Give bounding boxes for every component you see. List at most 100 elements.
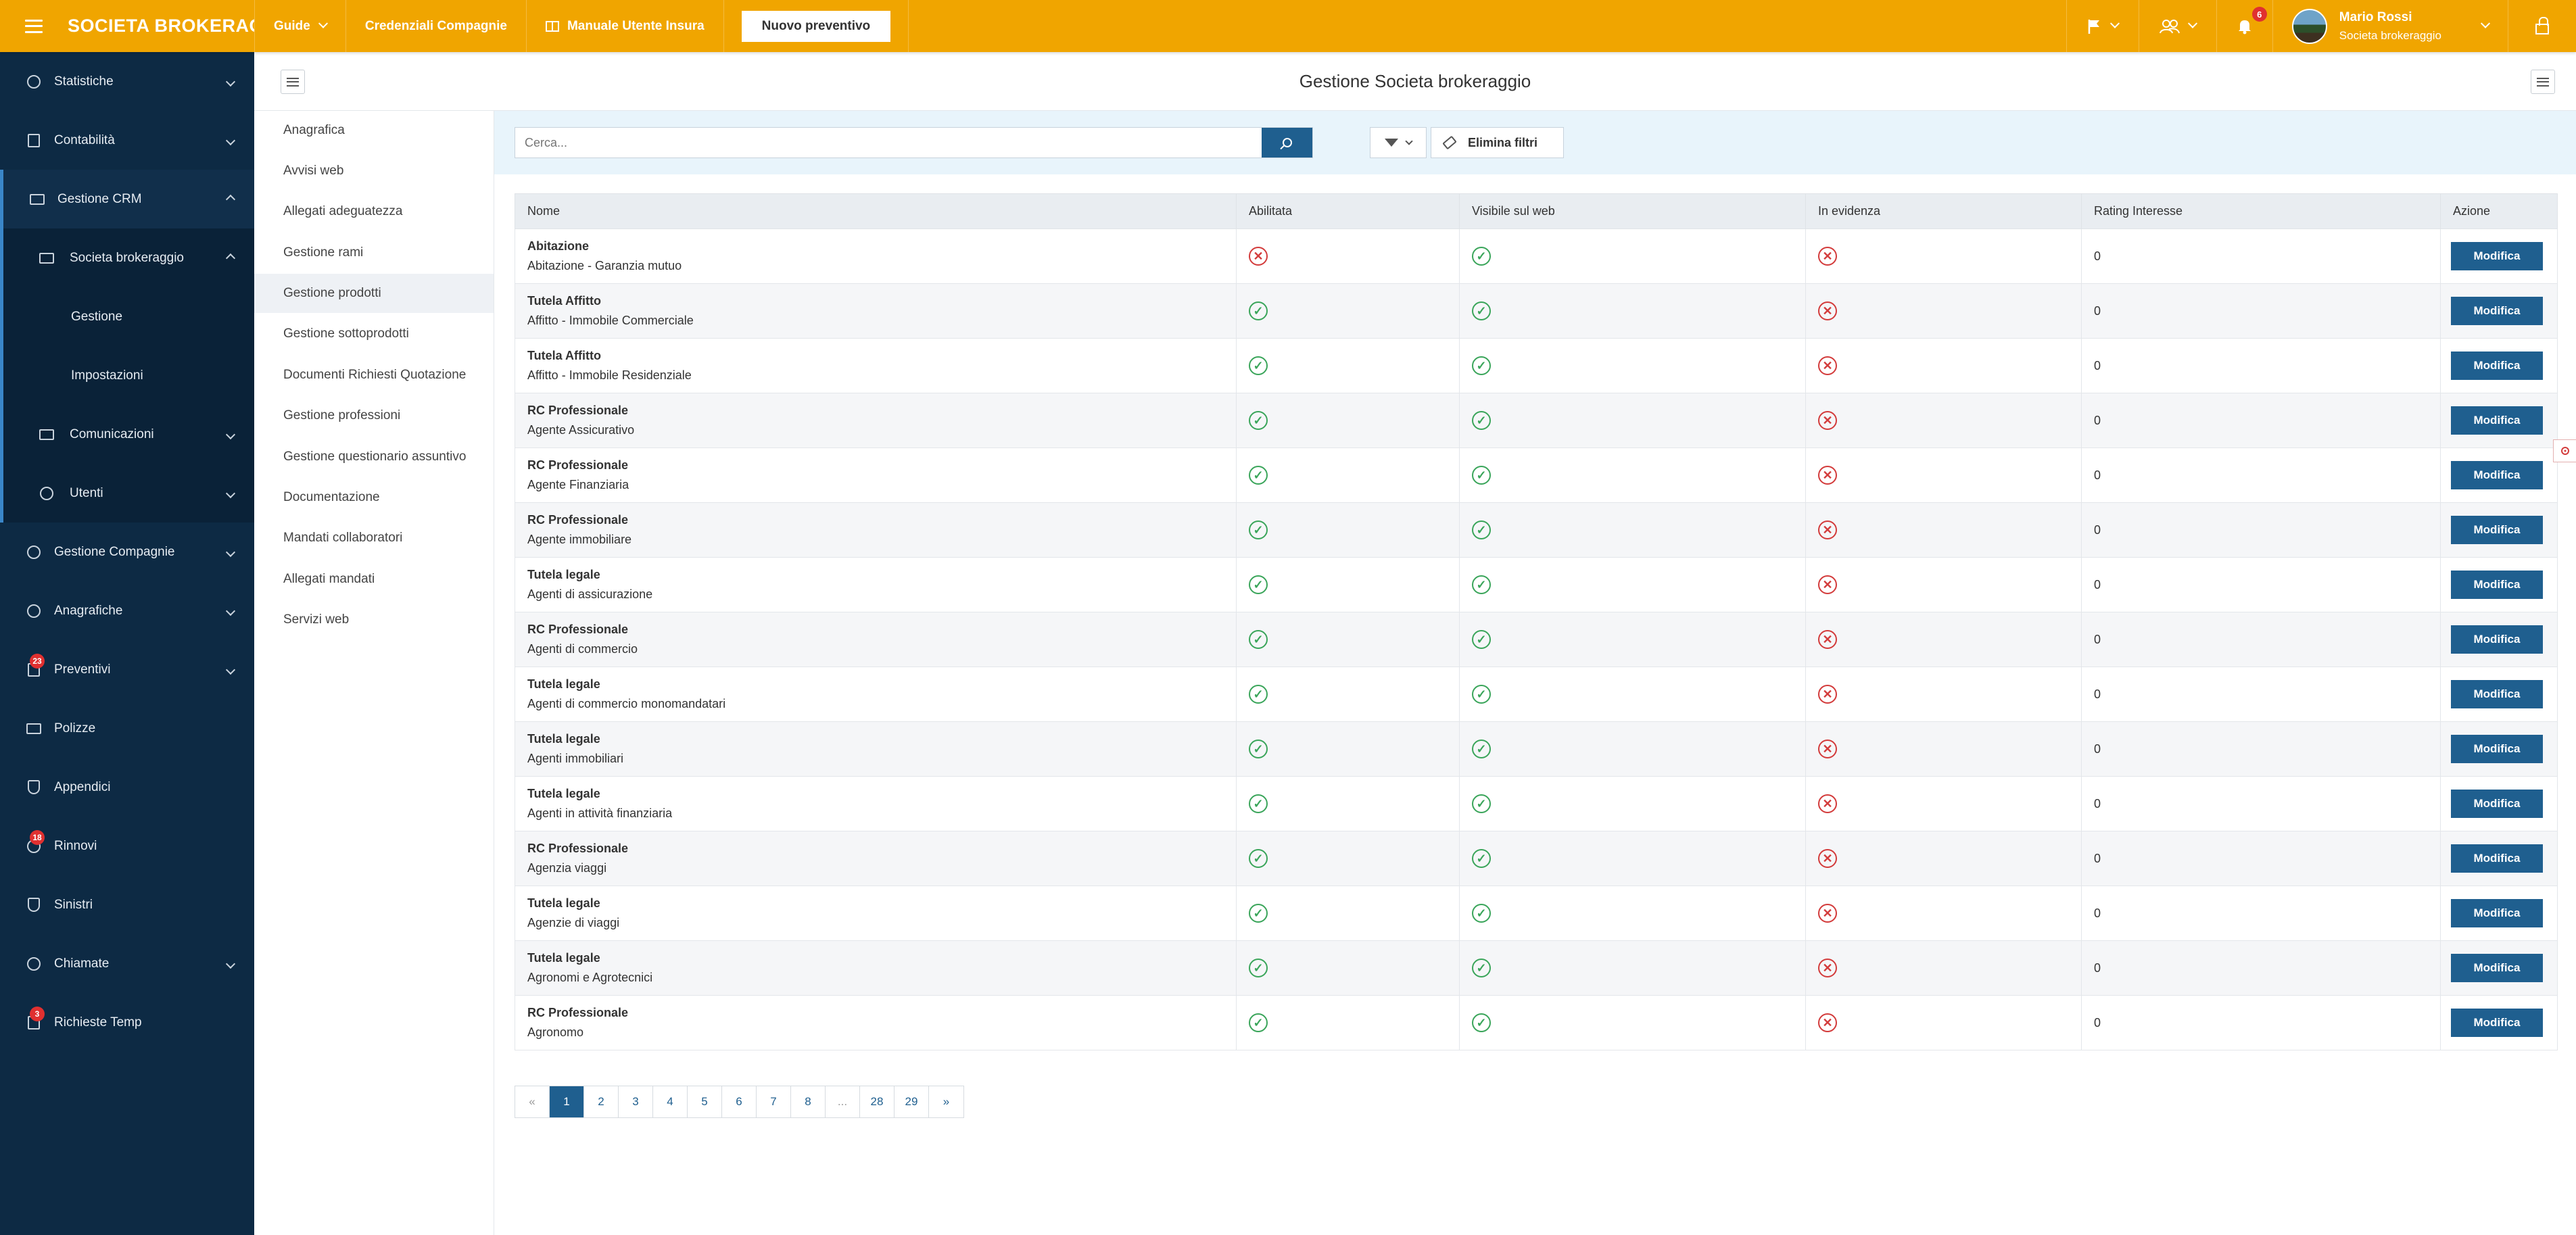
menu-item-gestione-sottoprodotti[interactable]: Gestione sottoprodotti — [254, 314, 494, 354]
edit-button[interactable]: Modifica — [2451, 352, 2543, 380]
edit-button[interactable]: Modifica — [2451, 406, 2543, 435]
flag-icon — [2088, 19, 2099, 34]
flag-menu[interactable] — [2066, 0, 2139, 52]
menu-item-anagrafica[interactable]: Anagrafica — [254, 111, 494, 150]
lock-button[interactable] — [2508, 0, 2576, 52]
column-header-visibile[interactable]: Visibile sul web — [1459, 193, 1806, 229]
sidebar-item-richieste-temp[interactable]: 3 Richieste Temp — [0, 993, 254, 1052]
menu-item-allegati-adeguatezza[interactable]: Allegati adeguatezza — [254, 192, 494, 231]
sidebar-item-anagrafiche[interactable]: Anagrafiche — [0, 581, 254, 640]
menu-item-gestione-prodotti[interactable]: Gestione prodotti — [254, 274, 494, 313]
product-name-cell: Tutela legale Agenti di assicurazione — [515, 557, 1237, 612]
menu-item-documentazione[interactable]: Documentazione — [254, 478, 494, 517]
check-circle-icon: ✓ — [1472, 301, 1491, 320]
product-subtitle: Agenti in attività finanziaria — [527, 806, 673, 820]
chevron-down-icon — [2187, 18, 2197, 28]
nav-credenziali-compagnie[interactable]: Credenziali Compagnie — [345, 0, 526, 52]
new-quote-button[interactable]: Nuovo preventivo — [741, 10, 891, 42]
sidebar-item-societa-brokeraggio[interactable]: Societa brokeraggio — [0, 228, 254, 287]
edit-button[interactable]: Modifica — [2451, 516, 2543, 544]
clear-filters-button[interactable]: Elimina filtri — [1431, 127, 1564, 158]
sidebar-item-gestione-compagnie[interactable]: Gestione Compagnie — [0, 523, 254, 581]
menu-item-documenti-richiesti[interactable]: Documenti Richiesti Quotazione — [254, 356, 494, 395]
search-button[interactable] — [1262, 128, 1312, 158]
edit-button[interactable]: Modifica — [2451, 680, 2543, 708]
nav-manuale-utente[interactable]: Manuale Utente Insura — [525, 0, 723, 52]
x-circle-icon: ✕ — [1818, 575, 1837, 594]
nav-guide[interactable]: Guide — [254, 0, 345, 52]
product-title: Tutela legale — [527, 787, 600, 800]
edit-button[interactable]: Modifica — [2451, 461, 2543, 489]
action-cell: Modifica — [2440, 667, 2558, 722]
menu-item-servizi-web[interactable]: Servizi web — [254, 600, 494, 639]
menu-item-gestione-rami[interactable]: Gestione rami — [254, 233, 494, 272]
edit-button[interactable]: Modifica — [2451, 571, 2543, 599]
product-title: RC Professionale — [527, 842, 629, 855]
edit-button[interactable]: Modifica — [2451, 899, 2543, 927]
sidebar-item-utenti[interactable]: Utenti — [0, 464, 254, 523]
table-row: Tutela legale Agenti di assicurazione ✓ ✓ ✕ 0… — [515, 557, 2558, 612]
edit-button[interactable]: Modifica — [2451, 954, 2543, 982]
menu-item-gestione-professioni[interactable]: Gestione professioni — [254, 396, 494, 435]
sidebar-item-contabilita[interactable]: Contabilità — [0, 111, 254, 170]
action-cell: Modifica — [2440, 886, 2558, 941]
user-menu[interactable]: Mario Rossi Societa brokeraggio — [2272, 0, 2508, 52]
menu-toggle-button[interactable] — [0, 0, 68, 52]
menu-item-allegati-mandati[interactable]: Allegati mandati — [254, 560, 494, 599]
page-button-28[interactable]: 28 — [860, 1086, 895, 1117]
notifications-button[interactable]: 6 — [2216, 0, 2272, 52]
users-menu[interactable] — [2138, 0, 2216, 52]
sidebar-item-chiamate[interactable]: Chiamate — [0, 934, 254, 993]
options-menu-button[interactable] — [2531, 70, 2555, 94]
page-button-4[interactable]: 4 — [653, 1086, 688, 1117]
sidebar-item-comunicazioni[interactable]: Comunicazioni — [0, 405, 254, 464]
check-circle-icon: ✓ — [1472, 411, 1491, 430]
side-panel-toggle[interactable] — [2553, 439, 2576, 462]
table-row: Tutela Affitto Affitto - Immobile Commerc… — [515, 283, 2558, 339]
check-circle-icon: ✓ — [1472, 356, 1491, 375]
sidebar-item-appendici[interactable]: Appendici — [0, 758, 254, 817]
page-button-1[interactable]: 1 — [550, 1086, 584, 1117]
column-header-abilitata[interactable]: Abilitata — [1236, 193, 1460, 229]
table-row: RC Professionale Agenzia viaggi ✓ ✓ ✕ 0 Modifi… — [515, 831, 2558, 886]
edit-button[interactable]: Modifica — [2451, 844, 2543, 873]
column-header-nome[interactable]: Nome — [515, 193, 1237, 229]
chevron-up-icon — [225, 194, 236, 204]
page-button-6[interactable]: 6 — [722, 1086, 757, 1117]
evidenza-status-cell: ✕ — [1805, 940, 2082, 996]
search-input[interactable] — [515, 128, 1262, 158]
page-prev-button[interactable]: « — [515, 1086, 550, 1117]
page-button-29[interactable]: 29 — [895, 1086, 929, 1117]
page-next-button[interactable]: » — [929, 1086, 963, 1117]
sidebar-item-rinnovi[interactable]: 18 Rinnovi — [0, 817, 254, 875]
sidebar-item-statistiche[interactable]: Statistiche — [0, 52, 254, 111]
evidenza-status-cell: ✕ — [1805, 283, 2082, 339]
menu-item-gestione-questionario[interactable]: Gestione questionario assuntivo — [254, 437, 494, 477]
sidebar-item-gestione-crm[interactable]: Gestione CRM — [0, 170, 254, 228]
edit-button[interactable]: Modifica — [2451, 1009, 2543, 1037]
menu-item-mandati-collaboratori[interactable]: Mandati collaboratori — [254, 518, 494, 558]
sidebar-item-polizze[interactable]: Polizze — [0, 699, 254, 758]
sidebar-item-impostazioni[interactable]: Impostazioni — [0, 346, 254, 405]
edit-button[interactable]: Modifica — [2451, 242, 2543, 270]
edit-button[interactable]: Modifica — [2451, 625, 2543, 654]
column-header-evidenza[interactable]: In evidenza — [1805, 193, 2082, 229]
action-cell: Modifica — [2440, 557, 2558, 612]
edit-button[interactable]: Modifica — [2451, 297, 2543, 325]
page-button-8[interactable]: 8 — [791, 1086, 826, 1117]
chevron-down-icon — [1405, 137, 1413, 145]
edit-button[interactable]: Modifica — [2451, 790, 2543, 818]
column-header-rating[interactable]: Rating Interesse — [2081, 193, 2441, 229]
filter-dropdown-button[interactable] — [1370, 127, 1427, 158]
edit-button[interactable]: Modifica — [2451, 735, 2543, 763]
check-circle-icon: ✓ — [1472, 959, 1491, 977]
page-button-5[interactable]: 5 — [688, 1086, 722, 1117]
page-button-3[interactable]: 3 — [619, 1086, 653, 1117]
page-button-7[interactable]: 7 — [757, 1086, 791, 1117]
sidebar-item-preventivi[interactable]: 23 Preventivi — [0, 640, 254, 699]
menu-item-avvisi-web[interactable]: Avvisi web — [254, 151, 494, 191]
sidebar-item-sinistri[interactable]: Sinistri — [0, 875, 254, 934]
headset-icon — [26, 956, 42, 972]
sidebar-item-gestione[interactable]: Gestione — [0, 287, 254, 346]
page-button-2[interactable]: 2 — [584, 1086, 619, 1117]
